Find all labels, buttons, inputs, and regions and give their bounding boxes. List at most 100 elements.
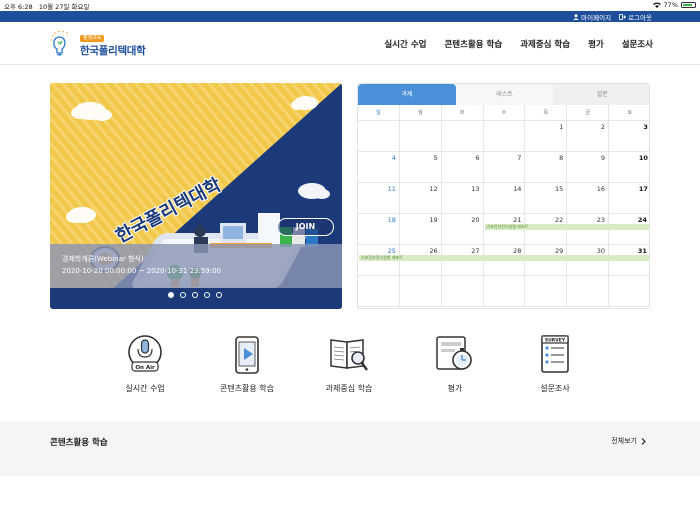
- calendar-event[interactable]: 기초전자전기실험 레포트: [484, 224, 649, 230]
- calendar-event[interactable]: 기초전자전기실험 레포트: [359, 255, 649, 261]
- banner-course-title: 경제학개론(Webinar 형식): [62, 255, 144, 263]
- calendar-day-number: 13: [471, 185, 480, 193]
- calendar-day-cell[interactable]: 15: [525, 183, 568, 213]
- calendar-day-number: 4: [391, 154, 396, 162]
- banner-carousel[interactable]: 한국폴리텍대학 JOIN 경제학개론(Webinar 형식) 2020-10-2…: [50, 83, 342, 309]
- calendar-day-cell: [484, 121, 526, 151]
- calendar-day-cell: [442, 121, 484, 151]
- logout-icon: [619, 14, 627, 20]
- svg-text:SURVEY: SURVEY: [545, 338, 566, 344]
- calendar-day-number: 27: [471, 247, 480, 255]
- calendar-day-number: 19: [429, 216, 438, 224]
- quick-survey[interactable]: SURVEY 설문조사: [515, 334, 595, 394]
- weekday-sat: 토: [627, 110, 633, 116]
- wifi-icon: [652, 2, 661, 8]
- nav-content-learning[interactable]: 콘텐츠활용 학습: [444, 38, 502, 50]
- calendar-day-cell[interactable]: 10: [609, 152, 649, 182]
- calendar-weekday-header: 일 월 화 수 목 금 토: [358, 105, 649, 121]
- carousel-dots: [168, 292, 222, 298]
- calendar-day-cell: [442, 276, 484, 306]
- calendar-day-cell[interactable]: 19: [400, 214, 442, 244]
- banner-caption: 경제학개론(Webinar 형식) 2020-10-20 00:00:00 ~ …: [50, 244, 342, 288]
- calendar-day-cell[interactable]: 17: [609, 183, 649, 213]
- calendar-week: 4 5 6 7 8 9 10: [358, 152, 649, 183]
- status-time: 오후 6:28: [4, 3, 33, 11]
- calendar-day-cell: [358, 276, 400, 306]
- calendar-day-cell[interactable]: 4: [358, 152, 400, 182]
- calendar-day-number: 23: [596, 216, 606, 224]
- carousel-dot-1[interactable]: [168, 292, 174, 298]
- calendar-day-number: 17: [638, 185, 648, 193]
- calendar-week: [358, 276, 649, 307]
- calendar-day-number: 10: [638, 154, 648, 162]
- calendar-day-cell[interactable]: 11: [358, 183, 400, 213]
- calendar-day-number: 7: [517, 154, 522, 162]
- quick-assignment-learning-label: 과제중심 학습: [325, 384, 373, 393]
- lightbulb-logo-icon: [50, 30, 68, 56]
- tab-assignment[interactable]: 과제: [358, 84, 456, 105]
- site-logo[interactable]: 평생교육 한국폴리텍대학: [49, 30, 149, 60]
- quick-assignment-learning[interactable]: 과제중심 학습: [309, 334, 389, 394]
- content-learning-section: 콘텐츠활용 학습 전체보기: [0, 421, 700, 476]
- site-header: 평생교육 한국폴리텍대학 실시간 수업 콘텐츠활용 학습 과제중심 학습 평가 …: [0, 22, 700, 65]
- battery-percent: 77%: [663, 1, 678, 9]
- calendar-day-cell[interactable]: 5: [400, 152, 442, 182]
- calendar-day-number: 9: [600, 154, 606, 162]
- nav-assignment-learning[interactable]: 과제중심 학습: [520, 38, 570, 50]
- tab-test[interactable]: 테스트: [455, 84, 554, 105]
- calendar-day-cell[interactable]: 13: [442, 183, 484, 213]
- svg-text:On Air: On Air: [135, 365, 155, 371]
- calendar-day-cell: [567, 276, 610, 306]
- calendar-tabs: 과제 테스트 설문: [358, 84, 649, 105]
- join-button[interactable]: JOIN: [277, 218, 334, 236]
- quick-survey-label: 설문조사: [540, 384, 570, 393]
- view-all-label: 전체보기: [611, 437, 637, 445]
- calendar-day-cell[interactable]: 6: [442, 152, 484, 182]
- nav-evaluation[interactable]: 평가: [588, 38, 604, 50]
- calendar-day-number: 24: [637, 216, 647, 224]
- status-bar: 오후 6:28 10월 27일 화요일 77%: [0, 0, 700, 11]
- battery-icon: [681, 2, 696, 8]
- calendar-week: 1 2 3: [358, 121, 649, 152]
- nav-live-class[interactable]: 실시간 수업: [384, 38, 426, 50]
- calendar-day-cell[interactable]: 3: [609, 121, 649, 151]
- chevron-right-icon: [641, 437, 646, 445]
- weekday-mon: 월: [400, 105, 442, 120]
- carousel-dot-4[interactable]: [204, 292, 210, 298]
- calendar-day-cell: [358, 121, 400, 151]
- calendar-day-number: 30: [596, 247, 606, 255]
- mypage-label: 마이페이지: [581, 14, 612, 22]
- calendar-day-cell: [400, 276, 442, 306]
- survey-clipboard-icon: SURVEY: [541, 335, 569, 373]
- stopwatch-checklist-icon: [436, 336, 472, 370]
- status-date: 10월 27일 화요일: [38, 3, 90, 11]
- calendar-day-cell[interactable]: 20: [442, 214, 484, 244]
- calendar-day-cell[interactable]: 2: [567, 121, 610, 151]
- view-all-link[interactable]: 전체보기: [611, 436, 646, 446]
- calendar-day-cell[interactable]: 9: [567, 152, 610, 182]
- calendar-day-cell[interactable]: 12: [400, 183, 442, 213]
- mypage-link[interactable]: 마이페이지: [573, 12, 611, 22]
- calendar-day-cell[interactable]: 14: [484, 183, 526, 213]
- calendar-day-cell[interactable]: 8: [525, 152, 568, 182]
- calendar-day-number: 14: [513, 185, 522, 193]
- nav-survey[interactable]: 설문조사: [622, 38, 653, 50]
- weekday-thu: 목: [525, 105, 568, 120]
- weekday-tue: 화: [442, 105, 484, 120]
- calendar-day-cell[interactable]: 7: [484, 152, 526, 182]
- calendar-day-cell[interactable]: 16: [567, 183, 610, 213]
- tab-survey[interactable]: 설문: [553, 84, 649, 105]
- calendar-day-number: 6: [475, 154, 480, 162]
- logout-link[interactable]: 로그아웃: [619, 12, 652, 22]
- calendar-day-number: 2: [600, 123, 606, 131]
- carousel-dot-2[interactable]: [180, 292, 186, 298]
- calendar-day-cell[interactable]: 18: [358, 214, 400, 244]
- calendar-day-number: 3: [643, 123, 648, 131]
- carousel-dot-3[interactable]: [192, 292, 198, 298]
- quick-live-class[interactable]: On Air 실시간 수업: [105, 334, 185, 394]
- quick-evaluation[interactable]: 평가: [415, 334, 495, 394]
- calendar-day-cell[interactable]: 1: [525, 121, 568, 151]
- quick-content-learning[interactable]: 콘텐츠활용 학습: [207, 334, 287, 394]
- calendar-day-number: 18: [387, 216, 396, 224]
- carousel-dot-5[interactable]: [216, 292, 222, 298]
